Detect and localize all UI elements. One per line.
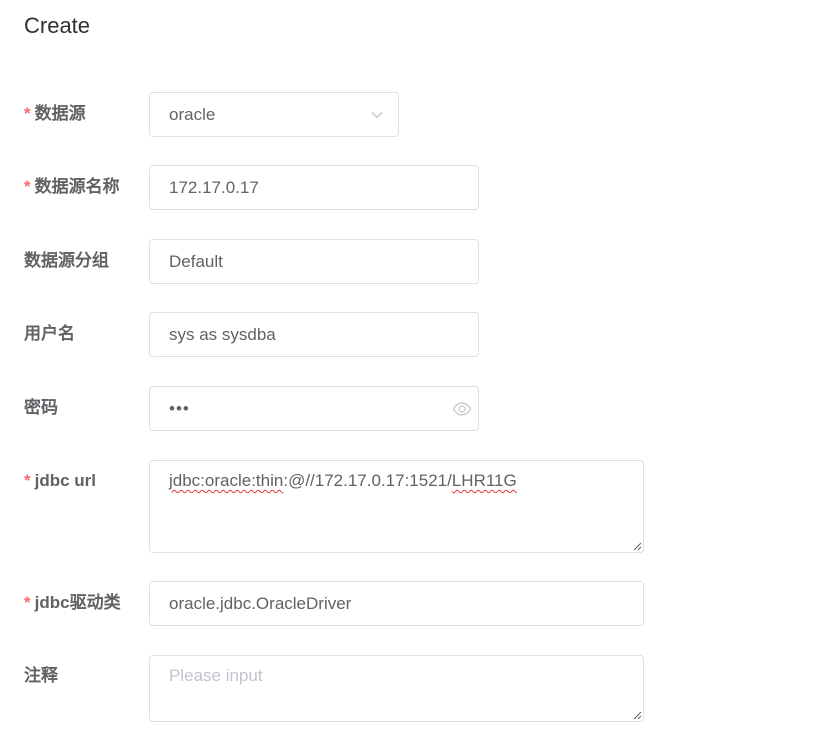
datasource-name-value: 172.17.0.17: [169, 178, 259, 197]
jdbc-url-value: jdbc:oracle:thin:@//172.17.0.17:1521/LHR…: [169, 469, 517, 493]
page-title: Create: [24, 13, 91, 38]
create-form-page: Create * 数据源 oracle * 数据源名称 172.17.0.17 数据…: [0, 0, 825, 750]
form-row-datasource: * 数据源 oracle: [0, 92, 825, 137]
resize-handle-icon[interactable]: [632, 541, 642, 551]
datasource-name-label-text: 数据源名称: [34, 177, 120, 196]
datasource-label-text: 数据源: [34, 104, 86, 123]
password-label: 密码: [24, 398, 58, 417]
form-row-jdbc-driver: * jdbc驱动类 oracle.jdbc.OracleDriver: [0, 581, 825, 626]
jdbc-url-label: * jdbc url: [24, 470, 96, 492]
datasource-name-input[interactable]: 172.17.0.17: [149, 165, 479, 210]
datasource-name-label: * 数据源名称: [24, 176, 120, 198]
datasource-group-label: 数据源分组: [24, 251, 109, 270]
comment-placeholder: Please input: [169, 666, 263, 685]
password-input[interactable]: •••: [149, 386, 479, 431]
password-masked-value: •••: [169, 399, 190, 418]
chevron-down-icon[interactable]: [370, 108, 384, 122]
jdbc-url-label-text: jdbc url: [34, 471, 97, 490]
form-row-password: 密码 •••: [0, 386, 825, 431]
username-label: 用户名: [24, 324, 75, 343]
form-row-jdbc-url: * jdbc url jdbc:oracle:thin:@//172.17.0.1…: [0, 460, 825, 553]
datasource-group-input[interactable]: Default: [149, 239, 479, 284]
jdbc-url-value-part2: :@//172.17.0.17:1521/: [283, 471, 452, 490]
datasource-select[interactable]: oracle: [149, 92, 399, 137]
form-row-username: 用户名 sys as sysdba: [0, 312, 825, 357]
jdbc-driver-label-text: jdbc驱动类: [34, 593, 121, 612]
comment-label: 注释: [24, 666, 58, 685]
form-row-datasource-name: * 数据源名称 172.17.0.17: [0, 165, 825, 210]
jdbc-driver-input[interactable]: oracle.jdbc.OracleDriver: [149, 581, 644, 626]
username-value: sys as sysdba: [169, 325, 276, 344]
required-marker: *: [24, 593, 31, 612]
form-row-comment: 注释 Please input: [0, 655, 825, 722]
required-marker: *: [24, 104, 31, 123]
datasource-select-value: oracle: [169, 105, 216, 124]
jdbc-url-value-part3: LHR11G: [451, 471, 517, 490]
jdbc-url-value-part1: jdbc:oracle:thin: [169, 471, 284, 490]
comment-textarea[interactable]: Please input: [149, 655, 644, 722]
username-input[interactable]: sys as sysdba: [149, 312, 479, 357]
required-marker: *: [24, 471, 31, 490]
datasource-label: * 数据源: [24, 103, 86, 125]
eye-icon[interactable]: [452, 399, 472, 419]
jdbc-url-textarea[interactable]: jdbc:oracle:thin:@//172.17.0.17:1521/LHR…: [149, 460, 644, 553]
form-row-datasource-group: 数据源分组 Default: [0, 239, 825, 284]
jdbc-driver-label: * jdbc驱动类: [24, 592, 121, 614]
required-marker: *: [24, 177, 31, 196]
resize-handle-icon[interactable]: [632, 710, 642, 720]
datasource-group-value: Default: [169, 252, 223, 271]
jdbc-driver-value: oracle.jdbc.OracleDriver: [169, 594, 352, 613]
